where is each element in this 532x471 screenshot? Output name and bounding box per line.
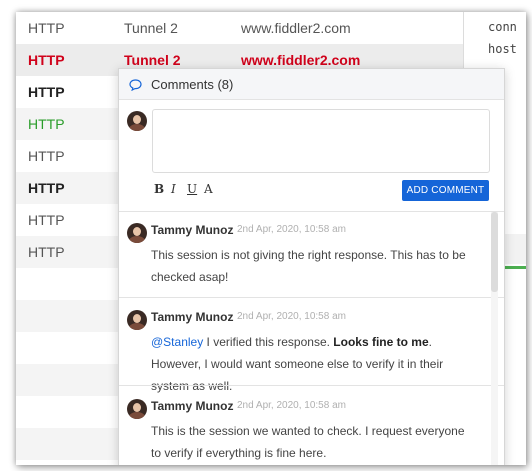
comment-time: 2nd Apr, 2020, 10:58 am: [237, 400, 346, 411]
table-row[interactable]: HTTP Tunnel 2 www.fiddler2.com: [16, 12, 476, 44]
code-line: conn: [488, 20, 517, 34]
italic-button[interactable]: I: [171, 182, 176, 196]
comment-text: This is the session we wanted to check. …: [151, 424, 465, 460]
comment-text: This session is not giving the right res…: [151, 248, 466, 284]
url-cell: www.fiddler2.com: [241, 52, 361, 68]
comment-input[interactable]: [152, 109, 490, 173]
underline-button[interactable]: U: [187, 182, 197, 196]
avatar: [127, 223, 147, 243]
url-cell: www.fiddler2.com: [241, 20, 351, 36]
host-cell: Tunnel 2: [124, 52, 181, 68]
comment-text-bold: Looks fine to me: [333, 335, 429, 349]
font-color-button[interactable]: A: [204, 182, 213, 196]
comment-time: 2nd Apr, 2020, 10:58 am: [237, 311, 346, 322]
bold-button[interactable]: B: [154, 182, 164, 196]
app-window: HTTP Tunnel 2 www.fiddler2.com HTTP Tunn…: [16, 12, 526, 465]
host-cell: Tunnel 2: [124, 20, 178, 36]
comment-icon: [129, 78, 142, 96]
protocol-cell: HTTP: [28, 180, 65, 196]
comment-author: Tammy Munoz: [151, 399, 234, 413]
protocol-cell: HTTP: [28, 116, 65, 132]
protocol-cell: HTTP: [28, 52, 65, 68]
comment-text-part: I verified this response.: [203, 335, 334, 349]
code-line: host: [488, 42, 517, 56]
divider: [119, 385, 504, 386]
avatar: [127, 111, 147, 131]
comment-author: Tammy Munoz: [151, 310, 234, 324]
comment-time: 2nd Apr, 2020, 10:58 am: [237, 224, 346, 235]
mention-link[interactable]: @Stanley: [151, 335, 203, 349]
avatar: [127, 310, 147, 330]
protocol-cell: HTTP: [28, 212, 65, 228]
avatar: [127, 399, 147, 419]
comments-popup: Comments (8) B I U A ADD COMMENT Tammy M…: [118, 68, 505, 465]
protocol-cell: HTTP: [28, 20, 65, 36]
scrollbar-thumb[interactable]: [491, 212, 498, 292]
protocol-cell: HTTP: [28, 84, 65, 100]
comment-author: Tammy Munoz: [151, 223, 234, 237]
protocol-cell: HTTP: [28, 148, 65, 164]
comment-text: @Stanley I verified this response. Looks…: [151, 331, 471, 397]
comments-header: Comments (8): [119, 69, 504, 100]
divider: [119, 211, 504, 212]
add-comment-button[interactable]: ADD COMMENT: [402, 180, 489, 201]
comments-title: Comments (8): [151, 77, 234, 92]
divider: [119, 297, 504, 298]
protocol-cell: HTTP: [28, 244, 65, 260]
